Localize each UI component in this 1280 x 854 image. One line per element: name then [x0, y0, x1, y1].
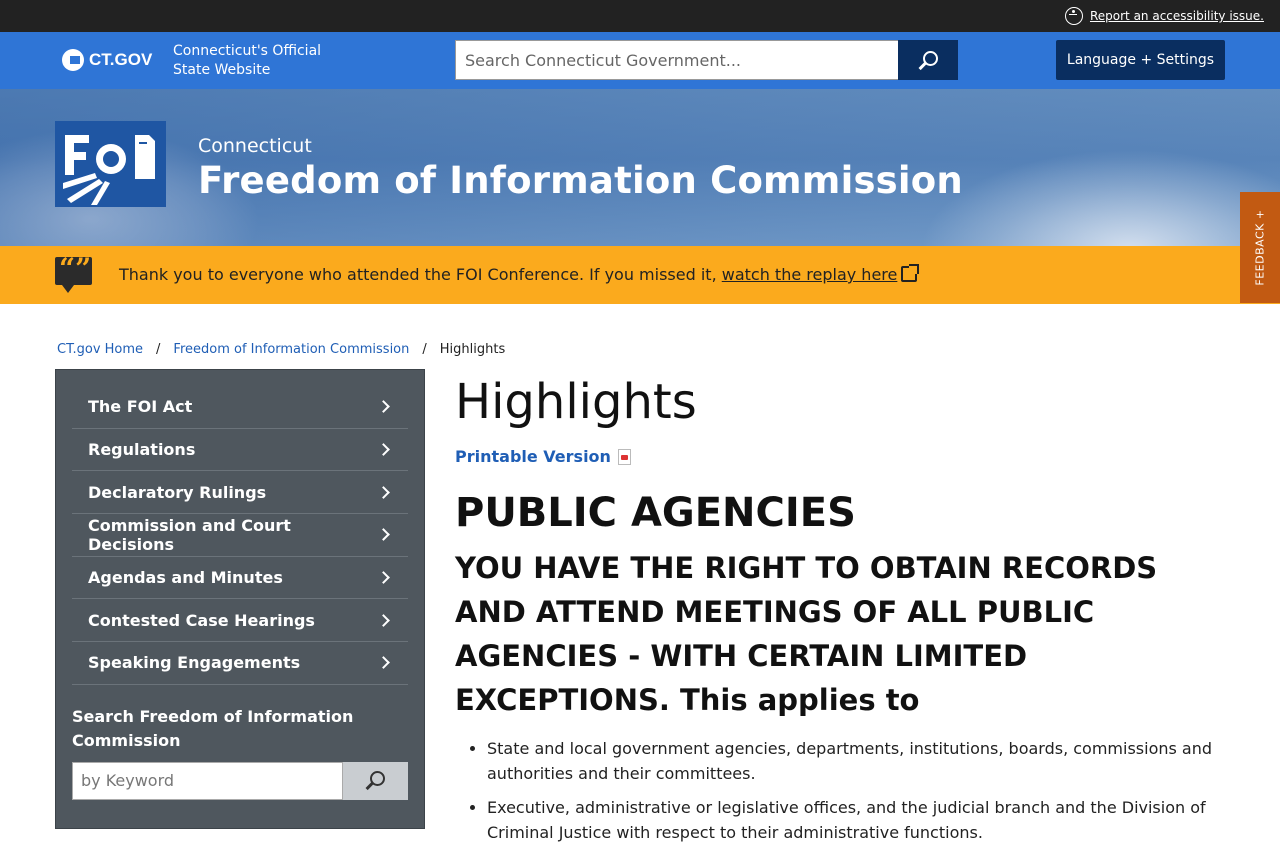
printable-version-link[interactable]: Printable Version: [455, 447, 1235, 466]
ctgov-logo-icon: [62, 49, 84, 71]
site-search-button[interactable]: [898, 40, 958, 80]
agency-banner: Connecticut Freedom of Information Commi…: [0, 89, 1280, 246]
external-link-icon: [901, 264, 920, 282]
sidebar-item-foi-act[interactable]: The FOI Act: [72, 386, 408, 429]
report-accessibility-link[interactable]: Report an accessibility issue.: [1090, 9, 1264, 23]
foi-logo[interactable]: [55, 121, 166, 207]
site-search: [455, 40, 958, 80]
breadcrumb-separator: /: [156, 342, 161, 357]
sidebar-item-label: Speaking Engagements: [88, 653, 301, 673]
breadcrumb-ctgov-home[interactable]: CT.gov Home: [57, 342, 143, 357]
feedback-label: FEEDBACK +: [1253, 209, 1267, 286]
printable-version-label: Printable Version: [455, 447, 611, 466]
chevron-right-icon: [377, 528, 390, 542]
quote-icon: “”: [55, 252, 92, 293]
sidebar-item-speaking-engagements[interactable]: Speaking Engagements: [72, 642, 408, 685]
chevron-right-icon: [377, 613, 390, 627]
agency-subtitle: Connecticut: [198, 135, 312, 157]
section-heading: PUBLIC AGENCIES: [455, 490, 856, 536]
page-title: Highlights: [455, 374, 697, 430]
chevron-right-icon: [377, 443, 390, 456]
breadcrumb-current: Highlights: [439, 342, 506, 357]
list-item: Executive, administrative or legislative…: [487, 795, 1235, 845]
alert-text: Thank you to everyone who attended the F…: [119, 265, 722, 284]
language-settings-button[interactable]: Language + Settings: [1056, 40, 1225, 80]
sidebar-search-button[interactable]: [343, 761, 408, 800]
section-subheading: YOU HAVE THE RIGHT TO OBTAIN RECORDS AND…: [455, 551, 1158, 717]
sidebar-search: [72, 761, 408, 800]
chevron-right-icon: [377, 485, 390, 499]
ctgov-header: CT.GOV Connecticut's Official State Webs…: [0, 32, 1280, 89]
site-search-input[interactable]: [455, 40, 898, 80]
agency-list: State and local government agencies, dep…: [455, 736, 1235, 845]
breadcrumb-separator: /: [422, 342, 427, 357]
agency-title[interactable]: Freedom of Information Commission: [198, 159, 963, 202]
breadcrumb: CT.gov Home / Freedom of Information Com…: [57, 342, 505, 357]
sidebar-item-contested-case-hearings[interactable]: Contested Case Hearings: [72, 599, 408, 643]
sidebar-item-commission-court-decisions[interactable]: Commission and Court Decisions: [72, 514, 408, 557]
sidebar-item-label: The FOI Act: [88, 397, 193, 417]
chevron-right-icon: [377, 571, 390, 584]
ctgov-logo[interactable]: CT.GOV: [62, 49, 152, 71]
sidebar-item-agendas-minutes[interactable]: Agendas and Minutes: [72, 557, 408, 600]
alert-bar: “” Thank you to everyone who attended th…: [0, 246, 1280, 304]
search-icon: [922, 50, 938, 66]
main-content: Highlights Printable Version PUBLIC AGEN…: [455, 372, 1235, 854]
sidebar-item-label: Contested Case Hearings: [88, 610, 315, 630]
sidebar-item-declaratory-rulings[interactable]: Declaratory Rulings: [72, 471, 408, 515]
sidebar-item-label: Declaratory Rulings: [88, 482, 267, 502]
sidebar-nav: The FOI Act Regulations Declaratory Ruli…: [55, 369, 425, 829]
search-icon: [370, 771, 385, 787]
chevron-right-icon: [377, 400, 390, 414]
sidebar-item-label: Commission and Court Decisions: [88, 515, 291, 554]
sidebar-item-label: Regulations: [88, 440, 196, 460]
breadcrumb-foi-commission[interactable]: Freedom of Information Commission: [173, 342, 409, 357]
ctgov-logo-text: CT.GOV: [89, 50, 153, 69]
sidebar-item-label: Agendas and Minutes: [88, 568, 283, 588]
agency-title-block: Connecticut Freedom of Information Commi…: [198, 135, 963, 202]
alert-message: Thank you to everyone who attended the F…: [119, 264, 920, 284]
accessibility-bar: Report an accessibility issue.: [0, 0, 1280, 32]
list-item: State and local government agencies, dep…: [487, 736, 1235, 786]
feedback-tab[interactable]: FEEDBACK +: [1240, 192, 1280, 303]
foi-logo-image: [55, 121, 166, 207]
sidebar-item-regulations[interactable]: Regulations: [72, 429, 408, 472]
accessibility-icon: [1064, 7, 1083, 25]
sidebar-search-label: Search Freedom of Information Commission: [72, 706, 354, 750]
site-tagline: Connecticut's Official State Website: [173, 43, 322, 78]
chevron-right-icon: [377, 656, 390, 670]
watch-replay-link[interactable]: watch the replay here: [722, 264, 920, 284]
pdf-icon: [617, 448, 631, 465]
sidebar-search-input[interactable]: [72, 761, 343, 800]
